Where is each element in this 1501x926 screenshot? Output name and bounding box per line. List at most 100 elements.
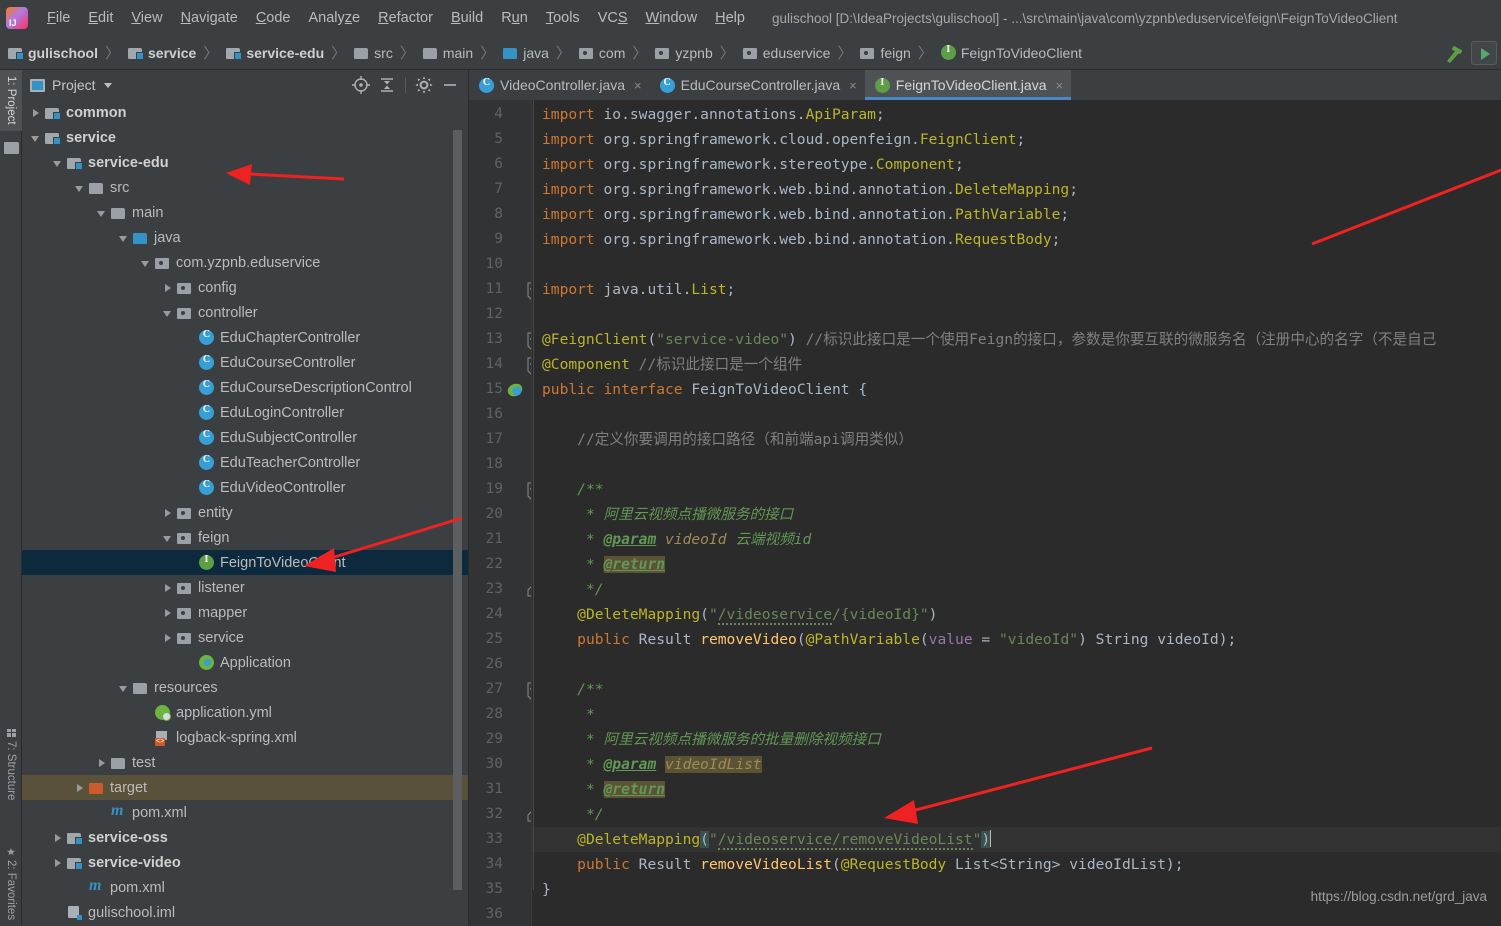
close-icon[interactable]: ×	[849, 78, 857, 93]
tree-node-application-yml[interactable]: application.yml	[22, 700, 468, 725]
tree-node-config[interactable]: config	[22, 275, 468, 300]
tree-node-edusubjectcontroller[interactable]: EduSubjectController	[22, 425, 468, 450]
editor-tab-videocontroller[interactable]: VideoController.java ×	[469, 70, 650, 100]
sidebar-item-favorites[interactable]: 2: Favorites	[0, 842, 22, 926]
menu-item-window[interactable]: Window	[637, 8, 707, 28]
tree-node-service[interactable]: service	[22, 125, 468, 150]
breadcrumb-item-service-edu[interactable]: service-edu	[222, 44, 327, 62]
chevron-right-icon[interactable]	[52, 832, 64, 844]
tree-node-service-video[interactable]: service-video	[22, 850, 468, 875]
tree-node-gulischool-iml[interactable]: gulischool.iml	[22, 900, 468, 925]
chevron-down-icon[interactable]	[30, 132, 42, 144]
chevron-right-icon[interactable]	[74, 782, 86, 794]
chevron-down-icon[interactable]	[118, 682, 130, 694]
chevron-down-icon[interactable]	[74, 182, 86, 194]
sidebar-item-project[interactable]: 1: Project	[0, 70, 22, 131]
code-editor[interactable]: 4 5 6 7 8 9 10 11 12 13 14 15 16 17 18 19 20 21 22 23 24 25 26…	[469, 100, 1501, 926]
chevron-down-icon[interactable]	[162, 307, 174, 319]
tree-node-feign[interactable]: feign	[22, 525, 468, 550]
chevron-down-icon[interactable]	[103, 82, 112, 88]
chevron-right-icon[interactable]	[162, 632, 174, 644]
tree-node-common[interactable]: common	[22, 100, 468, 125]
chevron-down-icon[interactable]	[162, 532, 174, 544]
project-tree[interactable]: common service service-edu src main java com.y…	[22, 100, 468, 926]
line-number: 14	[485, 356, 503, 372]
menu-item-code[interactable]: Code	[247, 8, 300, 28]
project-tree-scrollbar[interactable]	[453, 130, 462, 890]
code-content[interactable]: import io.swagger.annotations.ApiParam; i…	[531, 100, 1501, 926]
breadcrumb-item-com[interactable]: com	[575, 44, 628, 62]
tree-node-educoursecontroller[interactable]: EduCourseController	[22, 350, 468, 375]
tree-node-application[interactable]: Application	[22, 650, 468, 675]
menu-item-refactor[interactable]: Refactor	[369, 8, 442, 28]
tree-node-test[interactable]: test	[22, 750, 468, 775]
tree-node-pom-xml[interactable]: pom.xml	[22, 875, 468, 900]
chevron-right-icon[interactable]	[30, 107, 42, 119]
tree-node-service[interactable]: service	[22, 625, 468, 650]
menu-item-file[interactable]: File	[38, 8, 79, 28]
breadcrumb-item-gulischool[interactable]: gulischool	[4, 44, 101, 62]
tree-node-educoursedescriptioncontrol[interactable]: EduCourseDescriptionControl	[22, 375, 468, 400]
tree-node-logback-spring-xml[interactable]: logback-spring.xml	[22, 725, 468, 750]
tree-node-service-edu[interactable]: service-edu	[22, 150, 468, 175]
build-hammer-icon[interactable]	[1440, 41, 1466, 65]
breadcrumb-item-main[interactable]: main	[419, 44, 476, 62]
breadcrumb-item-feign[interactable]: feign	[856, 44, 913, 62]
chevron-right-icon[interactable]	[96, 757, 108, 769]
menu-item-view[interactable]: View	[122, 8, 171, 28]
editor-tab-feigntovideoclient[interactable]: FeignToVideoClient.java ×	[864, 70, 1072, 100]
menu-item-help[interactable]: Help	[706, 8, 754, 28]
chevron-down-icon[interactable]	[140, 257, 152, 269]
close-icon[interactable]: ×	[1056, 78, 1064, 93]
tree-node-entity[interactable]: entity	[22, 500, 468, 525]
settings-gear-icon[interactable]	[412, 74, 436, 96]
menu-item-build[interactable]: Build	[442, 8, 492, 28]
editor-tab-educoursecontroller[interactable]: EduCourseController.java ×	[650, 70, 865, 100]
breadcrumb-item-src[interactable]: src	[350, 44, 396, 62]
breadcrumb-item-eduservice[interactable]: eduservice	[739, 44, 834, 62]
tree-node-service-oss[interactable]: service-oss	[22, 825, 468, 850]
tree-node-main[interactable]: main	[22, 200, 468, 225]
tree-node-controller[interactable]: controller	[22, 300, 468, 325]
close-icon[interactable]: ×	[634, 78, 642, 93]
tree-node-target[interactable]: target	[22, 775, 468, 800]
menu-item-analyze[interactable]: Analyze	[300, 8, 370, 28]
menu-item-tools[interactable]: Tools	[537, 8, 589, 28]
chevron-down-icon[interactable]	[96, 207, 108, 219]
tree-node-educhaptercontroller[interactable]: EduChapterController	[22, 325, 468, 350]
tree-node-src[interactable]: src	[22, 175, 468, 200]
locate-in-tree-icon[interactable]	[349, 74, 373, 96]
editor-gutter[interactable]: 4 5 6 7 8 9 10 11 12 13 14 15 16 17 18 19 20 21 22 23 24 25 26…	[469, 100, 537, 926]
spring-bean-icon[interactable]	[507, 377, 525, 402]
sidebar-item-structure[interactable]: 7: Structure	[0, 723, 22, 806]
chevron-right-icon[interactable]	[162, 507, 174, 519]
menu-item-vcs[interactable]: VCS	[589, 8, 637, 28]
tree-node-edulogincontroller[interactable]: EduLoginController	[22, 400, 468, 425]
breadcrumb-item-yzpnb[interactable]: yzpnb	[651, 44, 715, 62]
chevron-right-icon[interactable]	[52, 857, 64, 869]
chevron-right-icon[interactable]	[162, 582, 174, 594]
tree-node-eduteachercontroller[interactable]: EduTeacherController	[22, 450, 468, 475]
tree-node-feigntovideoclient[interactable]: FeignToVideoClient	[22, 550, 468, 575]
breadcrumb-item-feigntovideoclient[interactable]: FeignToVideoClient	[937, 44, 1085, 62]
chevron-right-icon[interactable]	[162, 282, 174, 294]
tree-node-java[interactable]: java	[22, 225, 468, 250]
chevron-down-icon[interactable]	[52, 157, 64, 169]
chevron-right-icon[interactable]	[162, 607, 174, 619]
run-button[interactable]	[1471, 40, 1497, 65]
tree-node-eduvideocontroller[interactable]: EduVideoController	[22, 475, 468, 500]
menu-item-navigate[interactable]: Navigate	[172, 8, 247, 28]
hide-panel-icon[interactable]	[438, 74, 462, 96]
tree-node-pom-xml[interactable]: pom.xml	[22, 800, 468, 825]
breadcrumb-item-java[interactable]: java	[499, 44, 552, 62]
tree-node-listener[interactable]: listener	[22, 575, 468, 600]
tree-node-mapper[interactable]: mapper	[22, 600, 468, 625]
collapse-all-icon[interactable]	[375, 74, 399, 96]
chevron-down-icon[interactable]	[118, 232, 130, 244]
menu-item-run[interactable]: Run	[492, 8, 537, 28]
tree-node-com-yzpnb-eduservice[interactable]: com.yzpnb.eduservice	[22, 250, 468, 275]
tree-node-resources[interactable]: resources	[22, 675, 468, 700]
breadcrumb-item-service[interactable]: service	[124, 44, 199, 62]
code-line: public interface FeignToVideoClient {	[542, 381, 868, 398]
menu-item-edit[interactable]: Edit	[79, 8, 122, 28]
